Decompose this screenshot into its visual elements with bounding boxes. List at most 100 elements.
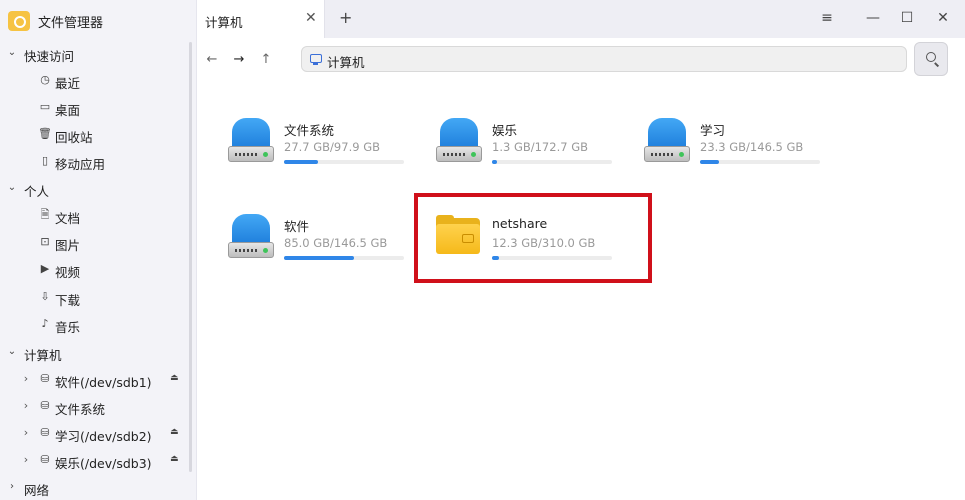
minimize-icon[interactable]: — — [863, 8, 883, 28]
image-icon: ⊡ — [40, 235, 50, 248]
chevron-right-icon[interactable]: › — [20, 426, 32, 439]
usage-bar — [492, 256, 612, 260]
sidebar-item-label: 视频 — [55, 265, 81, 280]
up-icon[interactable]: ↑ — [257, 52, 275, 67]
search-icon — [926, 52, 936, 62]
sidebar-group[interactable]: ⌄ 快速访问 — [0, 42, 190, 66]
sidebar-item-label: 文档 — [55, 211, 81, 226]
tab-bar: 计算机 ✕ + ≡ — ☐ ✕ — [197, 0, 965, 38]
add-tab-icon[interactable]: + — [339, 8, 352, 27]
hard-drive-icon — [228, 214, 274, 260]
sidebar-scrollbar[interactable] — [189, 42, 192, 472]
eject-icon[interactable]: ⏏ — [170, 373, 179, 383]
sidebar-item[interactable]: ▯ 移动应用 — [0, 150, 190, 174]
sidebar-group[interactable]: › 网络 — [0, 476, 190, 500]
clock-icon: ◷ — [40, 73, 50, 86]
sidebar: 文件管理器 ⌄ 快速访问 ◷ 最近 ▭ 桌面 🗑 回收站 ▯ 移动应用 ⌄ 个人 🗎 文档 ⊡ 图片 ▶ 视频 ⇩ 下… — [0, 0, 197, 500]
sidebar-item-label: 下载 — [55, 293, 81, 308]
sidebar-item[interactable]: ◷ 最近 — [0, 69, 190, 93]
sidebar-item[interactable]: › ⛁ 软件(/dev/sdb1) ⏏ — [0, 368, 190, 392]
sidebar-item[interactable]: ▭ 桌面 — [0, 96, 190, 120]
tab-label: 计算机 — [205, 15, 243, 30]
usage-fill — [284, 160, 318, 164]
sidebar-item-label: 学习(/dev/sdb2) — [55, 429, 152, 444]
maximize-icon[interactable]: ☐ — [897, 8, 917, 28]
document-icon: 🗎 — [40, 208, 50, 221]
app-title: 文件管理器 — [38, 15, 104, 31]
chevron-down-icon[interactable]: ⌄ — [6, 182, 18, 193]
sidebar-item[interactable]: › ⛁ 娱乐(/dev/sdb3) ⏏ — [0, 449, 190, 473]
sidebar-item-label: 回收站 — [55, 130, 93, 145]
chevron-down-icon[interactable]: ⌄ — [6, 346, 18, 357]
usage-bar — [284, 160, 404, 164]
drive-icon: ⛁ — [40, 372, 50, 385]
usage-bar — [492, 160, 612, 164]
drive-size: 23.3 GB/146.5 GB — [700, 140, 804, 154]
chevron-down-icon[interactable]: ⌄ — [6, 47, 18, 58]
sidebar-item[interactable]: ⇩ 下载 — [0, 286, 190, 310]
chevron-right-icon[interactable]: › — [20, 372, 32, 385]
usage-bar — [700, 160, 820, 164]
drive-name: 学习 — [700, 123, 726, 138]
chevron-right-icon[interactable]: › — [20, 453, 32, 466]
close-icon[interactable]: ✕ — [305, 10, 317, 26]
app-header: 文件管理器 — [8, 10, 103, 32]
drive-tile[interactable]: 娱乐 1.3 GB/172.7 GB — [436, 118, 626, 188]
sidebar-item[interactable]: ▶ 视频 — [0, 258, 190, 282]
drive-name: 软件 — [284, 219, 310, 234]
toolbar: ← → ↑ 计算机 — [197, 38, 965, 84]
sidebar-item-label: 桌面 — [55, 103, 81, 118]
drive-tile[interactable]: 学习 23.3 GB/146.5 GB — [644, 118, 834, 188]
hard-drive-icon — [228, 118, 274, 164]
eject-icon[interactable]: ⏏ — [170, 454, 179, 464]
back-icon[interactable]: ← — [203, 52, 221, 67]
drive-size: 12.3 GB/310.0 GB — [492, 236, 596, 250]
usage-fill — [492, 160, 497, 164]
menu-icon[interactable]: ≡ — [817, 8, 837, 28]
download-icon: ⇩ — [40, 290, 50, 303]
sidebar-item-label: 音乐 — [55, 320, 81, 335]
drive-size: 1.3 GB/172.7 GB — [492, 140, 588, 154]
phone-icon: ▯ — [41, 154, 49, 167]
sidebar-item[interactable]: 🗑 回收站 — [0, 123, 190, 147]
search-button[interactable] — [914, 42, 948, 76]
sidebar-group[interactable]: ⌄ 个人 — [0, 177, 190, 201]
chevron-down-icon[interactable]: › — [6, 481, 18, 492]
drive-tile[interactable]: 文件系统 27.7 GB/97.9 GB — [228, 118, 418, 188]
usage-fill — [492, 256, 499, 260]
drive-tile[interactable]: netshare 12.3 GB/310.0 GB — [436, 214, 626, 284]
tab-computer[interactable]: 计算机 ✕ — [197, 0, 325, 38]
drive-tile[interactable]: 软件 85.0 GB/146.5 GB — [228, 214, 418, 284]
sidebar-item-label: 最近 — [55, 76, 81, 91]
sidebar-item-label: 娱乐(/dev/sdb3) — [55, 456, 152, 471]
computer-icon — [310, 54, 322, 65]
eject-icon[interactable]: ⏏ — [170, 427, 179, 437]
sidebar-item[interactable]: › ⛁ 文件系统 — [0, 395, 190, 419]
monitor-icon: ▭ — [39, 100, 51, 113]
close-window-icon[interactable]: ✕ — [933, 8, 953, 28]
sidebar-item[interactable]: 🗎 文档 — [0, 204, 190, 228]
sidebar-item-label: 文件系统 — [55, 402, 106, 417]
sidebar-item[interactable]: ⊡ 图片 — [0, 231, 190, 255]
sidebar-group-label: 快速访问 — [24, 49, 75, 64]
usage-fill — [700, 160, 719, 164]
forward-icon[interactable]: → — [230, 52, 248, 67]
drive-size: 27.7 GB/97.9 GB — [284, 140, 380, 154]
sidebar-item[interactable]: ♪ 音乐 — [0, 313, 190, 337]
usage-bar — [284, 256, 404, 260]
video-icon: ▶ — [40, 262, 50, 275]
sidebar-group[interactable]: ⌄ 计算机 — [0, 341, 190, 365]
network-folder-icon — [436, 215, 480, 254]
address-path: 计算机 — [327, 55, 365, 70]
hard-drive-icon — [644, 118, 690, 164]
sidebar-item[interactable]: › ⛁ 学习(/dev/sdb2) ⏏ — [0, 422, 190, 446]
sidebar-item-label: 软件(/dev/sdb1) — [55, 375, 152, 390]
sidebar-group-label: 计算机 — [24, 348, 62, 363]
drive-name: 文件系统 — [284, 123, 335, 138]
file-manager-logo-icon — [8, 11, 30, 31]
chevron-right-icon[interactable]: › — [20, 399, 32, 412]
music-icon: ♪ — [41, 317, 49, 330]
address-bar[interactable]: 计算机 — [301, 46, 907, 72]
sidebar-group-label: 网络 — [24, 483, 50, 498]
drive-icon: ⛁ — [40, 399, 50, 412]
